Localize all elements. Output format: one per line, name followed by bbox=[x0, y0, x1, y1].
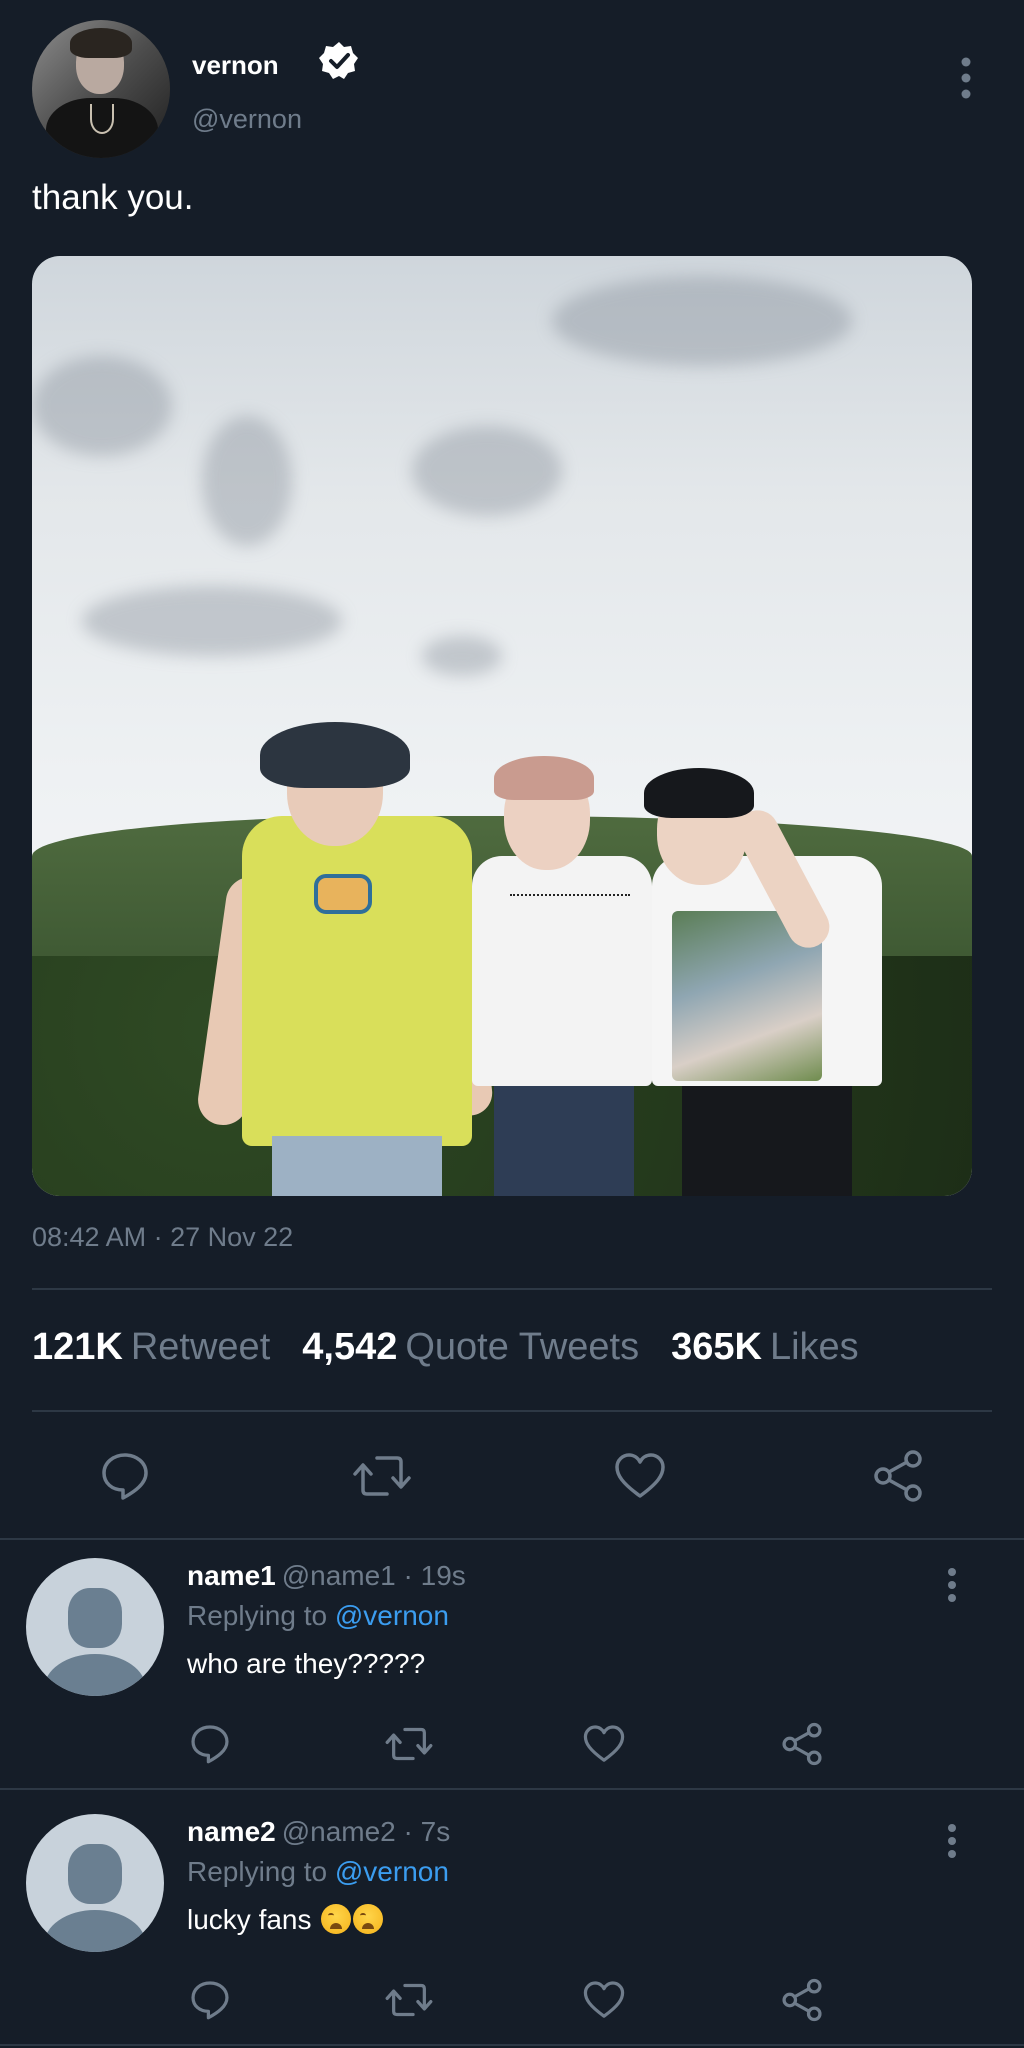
reply-icon bbox=[191, 1981, 229, 2020]
reply-icon bbox=[191, 1725, 229, 1764]
reply-header: name1 @name1 · 19s bbox=[187, 1560, 466, 1592]
person-white-shirt bbox=[472, 856, 652, 1086]
mention-link[interactable]: @vernon bbox=[335, 1600, 449, 1631]
stat-number: 365K bbox=[671, 1326, 762, 1368]
author-avatar[interactable] bbox=[32, 20, 170, 158]
avatar-head bbox=[68, 1588, 122, 1648]
reply-icon bbox=[102, 1453, 148, 1500]
tweet-detail-page: vernon @vernon thank you. 08:42 AM · 27 … bbox=[0, 0, 1024, 2048]
default-avatar[interactable] bbox=[26, 1558, 164, 1696]
cloud bbox=[412, 426, 562, 516]
like-button[interactable] bbox=[610, 1446, 670, 1506]
bucket-hat bbox=[260, 722, 410, 788]
reply-tweet[interactable]: name2 @name2 · 7s Replying to @vernon luc… bbox=[0, 1794, 1024, 2048]
weary-face-emoji-icon bbox=[353, 1904, 384, 1934]
tweet-header: vernon @vernon bbox=[32, 20, 992, 160]
person-yellow-shirt bbox=[242, 816, 472, 1146]
tweet-timestamp[interactable]: 08:42 AM · 27 Nov 22 bbox=[32, 1222, 293, 1253]
stat-label: Likes bbox=[769, 1326, 859, 1368]
replying-to: Replying to @vernon bbox=[187, 1856, 449, 1888]
share-icon bbox=[782, 1978, 822, 2022]
retweet-icon bbox=[385, 1727, 433, 1761]
avatar-hair bbox=[70, 28, 132, 58]
retweet-count[interactable]: 121K Retweet bbox=[32, 1326, 270, 1369]
avatar-body bbox=[44, 1654, 146, 1696]
replying-to: Replying to @vernon bbox=[187, 1600, 449, 1632]
retweet-button[interactable] bbox=[352, 1446, 412, 1506]
stat-label: Quote Tweets bbox=[405, 1326, 640, 1368]
verified-badge-icon bbox=[319, 42, 358, 79]
person-jeans bbox=[494, 1076, 634, 1196]
retweet-button[interactable] bbox=[383, 1976, 435, 2024]
cloud bbox=[202, 416, 292, 546]
heart-icon bbox=[583, 1981, 625, 2018]
author-handle[interactable]: @vernon bbox=[192, 104, 302, 135]
replying-to-label: Replying to bbox=[187, 1856, 328, 1887]
shirt-print bbox=[510, 894, 630, 904]
reply-button[interactable] bbox=[186, 1720, 234, 1768]
author-display-name[interactable]: vernon bbox=[192, 50, 279, 81]
person-hair bbox=[644, 768, 754, 818]
reply-text: who are they????? bbox=[187, 1648, 426, 1679]
cloud bbox=[552, 276, 852, 366]
tweet-stats: 121K Retweet 4,542 Quote Tweets 365K Likes bbox=[32, 1326, 891, 1369]
share-button[interactable] bbox=[868, 1446, 928, 1506]
like-button[interactable] bbox=[580, 1720, 628, 1768]
divider bbox=[0, 1788, 1024, 1790]
share-button[interactable] bbox=[778, 1720, 826, 1768]
reply-text: lucky fans bbox=[187, 1904, 312, 1935]
plaid-cap bbox=[494, 756, 594, 800]
avatar-body bbox=[44, 1910, 146, 1952]
weary-face-emoji-icon bbox=[321, 1904, 352, 1934]
likes-count[interactable]: 365K Likes bbox=[671, 1326, 859, 1369]
more-options-icon[interactable] bbox=[952, 48, 980, 108]
reply-author-name[interactable]: name2 bbox=[187, 1816, 276, 1847]
heart-icon bbox=[583, 1725, 625, 1762]
default-avatar[interactable] bbox=[26, 1814, 164, 1952]
reply-meta: @name1 · 19s bbox=[281, 1560, 466, 1591]
person-pants bbox=[682, 1078, 852, 1196]
retweet-icon bbox=[353, 1456, 411, 1496]
reply-text-line: lucky fans bbox=[187, 1904, 384, 1936]
cloud bbox=[82, 586, 342, 656]
retweet-button[interactable] bbox=[383, 1720, 435, 1768]
divider bbox=[0, 2044, 1024, 2046]
avatar-chain bbox=[90, 104, 114, 134]
mention-link[interactable]: @vernon bbox=[335, 1856, 449, 1887]
reply-author-name[interactable]: name1 bbox=[187, 1560, 276, 1591]
divider bbox=[32, 1410, 992, 1412]
share-icon bbox=[874, 1450, 922, 1502]
reply-meta: @name2 · 7s bbox=[281, 1816, 451, 1847]
like-button[interactable] bbox=[580, 1976, 628, 2024]
reply-button[interactable] bbox=[186, 1976, 234, 2024]
reply-button[interactable] bbox=[95, 1446, 155, 1506]
divider bbox=[32, 1288, 992, 1290]
reply-tweet[interactable]: name1 @name1 · 19s Replying to @vernon wh… bbox=[0, 1538, 1024, 1794]
avatar-head bbox=[68, 1844, 122, 1904]
reply-header: name2 @name2 · 7s bbox=[187, 1816, 450, 1848]
retweet-icon bbox=[385, 1983, 433, 2017]
share-button[interactable] bbox=[778, 1976, 826, 2024]
cloud bbox=[422, 636, 502, 676]
tweet-photo[interactable] bbox=[32, 256, 972, 1196]
shirt-logo bbox=[314, 874, 372, 914]
stat-number: 4,542 bbox=[302, 1326, 398, 1368]
heart-icon bbox=[615, 1453, 665, 1498]
stat-label: Retweet bbox=[130, 1326, 271, 1368]
quote-tweets-count[interactable]: 4,542 Quote Tweets bbox=[302, 1326, 639, 1369]
cloud bbox=[32, 356, 172, 456]
replying-to-label: Replying to bbox=[187, 1600, 328, 1631]
person-jeans bbox=[272, 1136, 442, 1196]
share-icon bbox=[782, 1722, 822, 1766]
more-options-icon[interactable] bbox=[938, 1816, 966, 1866]
tweet-text: thank you. bbox=[32, 178, 194, 217]
stat-number: 121K bbox=[32, 1326, 123, 1368]
more-options-icon[interactable] bbox=[938, 1560, 966, 1610]
